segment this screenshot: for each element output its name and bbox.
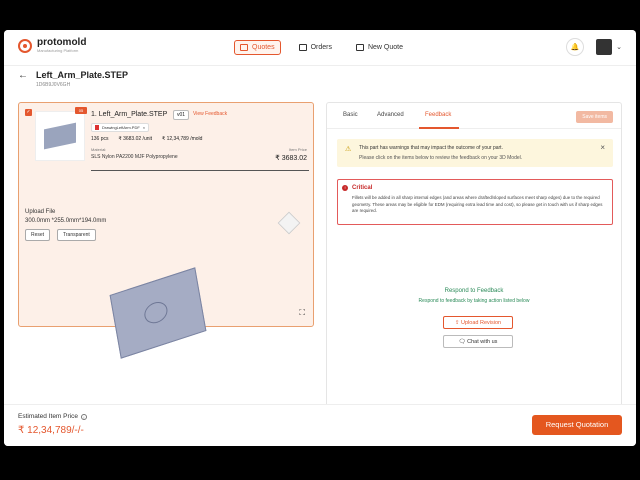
tab-feedback[interactable]: Feedback xyxy=(425,112,451,118)
tab-advanced[interactable]: Advanced xyxy=(377,112,404,118)
upload-file-label: Upload File xyxy=(25,209,56,215)
app-screen: protomold Manufacturing Platform Quotes … xyxy=(4,30,636,446)
page-id: 1D6B9J0V6GH xyxy=(36,82,71,88)
warning-banner: ⚠ This part has warnings that may impact… xyxy=(337,139,613,167)
chevron-down-icon[interactable]: ⌄ xyxy=(616,43,622,51)
item-price-label: Item Price xyxy=(288,147,307,152)
tab-underline xyxy=(419,127,459,129)
tab-bar: Basic Advanced Feedback Save items xyxy=(327,103,621,129)
divider xyxy=(91,170,309,171)
view-feedback-link[interactable]: View Feedback xyxy=(193,111,227,117)
chat-with-us-button[interactable]: 🗨 Chat with us xyxy=(443,335,513,348)
warning-subtitle: Please click on the items below to revie… xyxy=(359,155,523,161)
close-icon[interactable]: × xyxy=(600,143,605,152)
logo[interactable]: protomold Manufacturing Platform xyxy=(18,38,86,53)
material-value: SLS Nylon PA2200 MJF Polypropylene xyxy=(91,154,178,160)
upload-icon: ⇪ xyxy=(454,320,460,326)
main-nav: Quotes Orders New Quote xyxy=(234,40,409,55)
part-preview xyxy=(44,122,76,150)
upload-revision-button[interactable]: ⇪ Upload Revision xyxy=(443,316,513,329)
video-frame: protomold Manufacturing Platform Quotes … xyxy=(0,0,640,480)
close-icon[interactable]: × xyxy=(143,125,145,130)
back-arrow-icon[interactable]: ← xyxy=(18,70,28,81)
save-items-button[interactable]: Save items xyxy=(576,111,613,123)
material-label: Material: xyxy=(91,147,107,152)
app-tagline: Manufacturing Platform xyxy=(37,48,79,53)
avatar[interactable] xyxy=(596,39,613,55)
pdf-icon xyxy=(95,125,99,130)
view-cube-icon[interactable] xyxy=(277,211,301,235)
chat-icon: 🗨 xyxy=(458,339,466,345)
part-thumbnail[interactable] xyxy=(35,111,85,161)
critical-text: Fillets will be added in all sharp inter… xyxy=(352,195,603,214)
version-select[interactable]: v01 xyxy=(173,110,190,120)
part-name: 1. Left_Arm_Plate.STEP xyxy=(91,111,168,118)
quotes-icon xyxy=(240,44,248,51)
fullscreen-icon[interactable]: ⛶ xyxy=(299,308,305,318)
respond-subtitle: Respond to feedback by taking action lis… xyxy=(418,298,530,304)
respond-title: Respond to Feedback xyxy=(444,288,504,294)
feedback-panel: Basic Advanced Feedback Save items ⚠ Thi… xyxy=(326,102,622,432)
tab-basic[interactable]: Basic xyxy=(343,112,358,118)
logo-icon xyxy=(18,38,32,53)
nav-new-quote[interactable]: New Quote xyxy=(350,40,409,55)
quantity: 136 pcs xyxy=(91,136,109,142)
part-checkbox[interactable]: ✓ xyxy=(25,109,32,116)
item-price-value: ₹ 3683.02 xyxy=(275,155,307,162)
request-quotation-button[interactable]: Request Quotation xyxy=(532,415,622,435)
estimated-price-label: Estimated Item Price xyxy=(18,413,78,420)
warning-title: This part has warnings that may impact t… xyxy=(359,145,503,151)
app-name: protomold xyxy=(37,37,87,48)
unit-price: ₹ 3683.02 /unit xyxy=(118,136,152,142)
nav-orders[interactable]: Orders xyxy=(293,40,338,55)
transparent-button[interactable]: Transparent xyxy=(57,229,96,241)
orders-icon xyxy=(298,44,307,51)
new-quote-icon xyxy=(355,44,364,51)
critical-feedback-item[interactable]: ! Critical Fillets will be added in all … xyxy=(337,179,613,225)
nav-quotes[interactable]: Quotes xyxy=(234,40,281,55)
critical-icon: ! xyxy=(342,185,348,191)
mold-price: ₹ 12,34,789 /mold xyxy=(162,136,203,142)
warning-icon: ⚠ xyxy=(345,146,352,153)
estimated-price-value: ₹ 12,34,789/-/- xyxy=(18,425,84,436)
page-title: Left_Arm_Plate.STEP xyxy=(36,70,129,80)
footer-bar: Estimated Item Price i ₹ 12,34,789/-/- R… xyxy=(4,404,636,446)
model-viewer-3d[interactable] xyxy=(109,267,207,359)
bell-icon[interactable]: 🔔 xyxy=(566,38,585,56)
reset-button[interactable]: Reset xyxy=(25,229,51,241)
dimensions: 300.0mm *255.0mm*194.0mm xyxy=(25,218,107,224)
info-icon[interactable]: i xyxy=(80,413,87,420)
part-badge: 05 xyxy=(75,107,87,114)
model-hole xyxy=(142,298,170,327)
critical-title: Critical xyxy=(352,185,373,191)
drawing-file-chip[interactable]: DrawingLeftArm.PDF × xyxy=(91,123,150,132)
top-bar: protomold Manufacturing Platform Quotes … xyxy=(4,30,636,66)
part-card: ✓ 05 1. Left_Arm_Plate.STEP v01 View Fee… xyxy=(18,102,314,359)
